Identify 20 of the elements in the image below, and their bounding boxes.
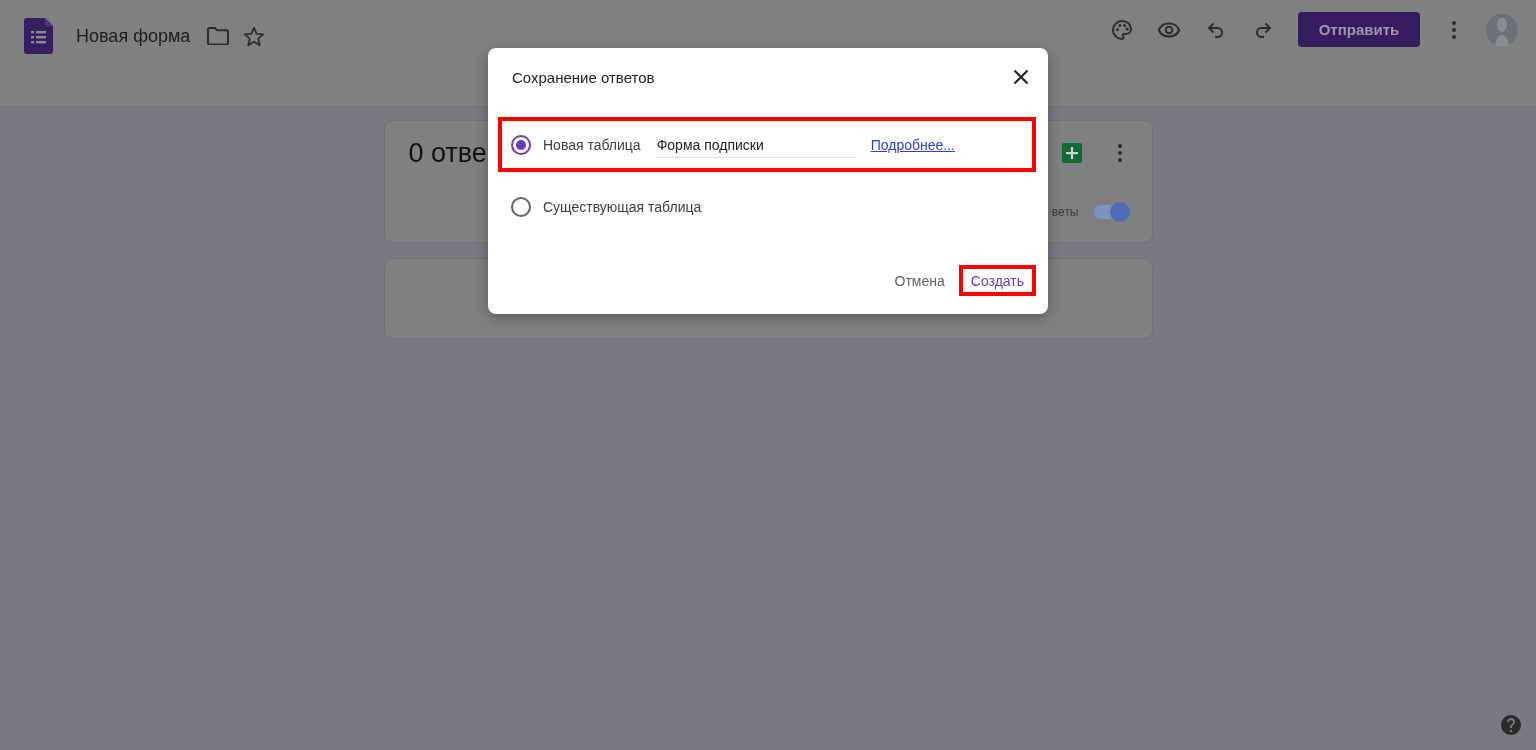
radio-button[interactable] [511, 134, 531, 155]
learn-more-link[interactable]: Подробнее... [870, 136, 955, 153]
radio-button[interactable] [511, 196, 531, 217]
create-button[interactable]: Создать [962, 269, 1032, 292]
accepting-label: веты [1051, 205, 1079, 219]
table-name-field[interactable]: Форма подписки [654, 131, 856, 158]
forms-document-icon[interactable] [24, 18, 53, 54]
spreadsheet-icon[interactable] [1061, 143, 1082, 163]
folder-icon[interactable] [207, 27, 230, 45]
responses-count: 0 отве [408, 137, 487, 169]
help-icon[interactable] [1499, 713, 1523, 737]
palette-icon[interactable] [1110, 17, 1134, 42]
cancel-button[interactable]: Отмена [892, 269, 947, 292]
toggle-switch[interactable] [1091, 202, 1130, 222]
form-title[interactable]: Новая форма [76, 25, 191, 47]
option-label[interactable]: Существующая таблица [543, 198, 702, 215]
send-button[interactable]: Отправить [1298, 12, 1420, 47]
dialog-title: Сохранение ответов [512, 68, 655, 86]
option-label[interactable]: Новая таблица [543, 136, 641, 153]
star-icon[interactable] [243, 25, 266, 47]
